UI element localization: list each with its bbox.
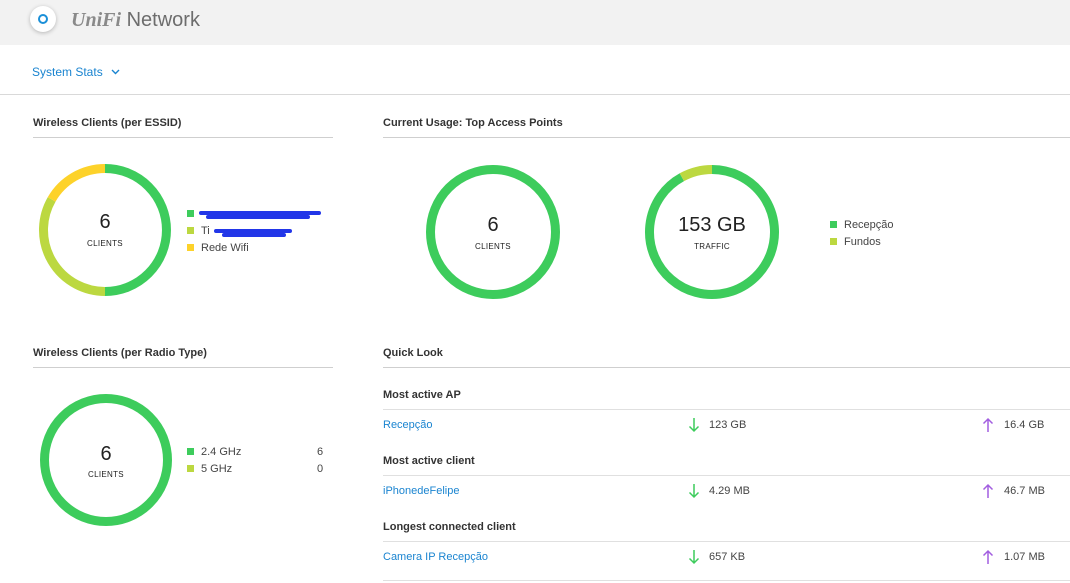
ap-clients-value: 6 (487, 214, 499, 236)
most-active-ap-title: Most active AP (383, 389, 1070, 410)
legend-swatch (187, 227, 194, 234)
ap-legend: Recepção Fundos (830, 217, 894, 251)
upload-arrow-icon (982, 548, 994, 569)
download-arrow-icon (688, 548, 700, 569)
most-active-client-link[interactable]: iPhonedeFelipe (383, 485, 459, 497)
chevron-down-icon (111, 64, 120, 78)
brand-logo-text: UniFi (71, 9, 122, 31)
essid-donut-value: 6 (99, 211, 111, 233)
essid-donut-segment (47, 164, 106, 202)
longest-connected-client-title: Longest connected client (383, 521, 1070, 542)
legend-swatch (187, 448, 194, 455)
radio-legend-count: 0 (317, 463, 324, 475)
most-active-client-title: Most active client (383, 455, 1070, 476)
download-value: 657 KB (709, 551, 746, 563)
essid-legend-label: Ti (201, 225, 210, 237)
upload-value: 46.7 MB (1004, 485, 1045, 497)
unifi-logo-icon[interactable] (30, 6, 56, 32)
radio-legend-item: 2.4 GHz 6 (187, 444, 332, 461)
ap-legend-item: Fundos (830, 234, 894, 251)
quick-look-row: Recepção 123 GB 16.4 GB (383, 416, 1070, 436)
divider (383, 580, 1070, 581)
legend-swatch (830, 238, 837, 245)
radio-legend-item: 5 GHz 0 (187, 461, 332, 478)
radio-legend-label: 5 GHz (201, 463, 233, 475)
radio-donut-value: 6 (100, 443, 112, 465)
ap-traffic-unit: TRAFFIC (694, 242, 730, 251)
radio-donut-chart: 6 CLIENTS (39, 393, 173, 527)
ap-traffic-donut-segment (679, 165, 713, 182)
ap-traffic-value: 153 GB (678, 214, 746, 236)
essid-section-title: Wireless Clients (per ESSID) (33, 117, 333, 138)
system-stats-label: System Stats (32, 65, 103, 79)
essid-legend-label: Rede Wifi (201, 242, 249, 254)
legend-swatch (187, 244, 194, 251)
upload-arrow-icon (982, 482, 994, 503)
top-ap-section-title: Current Usage: Top Access Points (383, 117, 1070, 138)
essid-donut-chart: 6 CLIENTS (38, 163, 172, 297)
download-value: 4.29 MB (709, 485, 750, 497)
upload-value: 1.07 MB (1004, 551, 1045, 563)
redaction-mark (206, 215, 310, 219)
radio-legend: 2.4 GHz 6 5 GHz 0 (187, 444, 332, 478)
longest-connected-client-link[interactable]: Camera IP Recepção (383, 551, 488, 563)
download-arrow-icon (688, 482, 700, 503)
download-value: 123 GB (709, 419, 747, 431)
essid-legend-item: Rede Wifi (187, 240, 249, 257)
legend-swatch (830, 221, 837, 228)
upload-arrow-icon (982, 416, 994, 437)
ap-legend-label: Fundos (844, 236, 881, 248)
quick-look-row: iPhonedeFelipe 4.29 MB 46.7 MB (383, 482, 1070, 502)
essid-donut-unit: CLIENTS (87, 239, 123, 248)
ap-traffic-donut-chart: 153 GB TRAFFIC (644, 164, 780, 300)
ap-legend-item: Recepção (830, 217, 894, 234)
quick-look-title: Quick Look (383, 347, 1070, 368)
upload-value: 16.4 GB (1004, 419, 1045, 431)
ap-clients-unit: CLIENTS (475, 242, 511, 251)
most-active-ap-link[interactable]: Recepção (383, 419, 433, 431)
radio-legend-label: 2.4 GHz (201, 446, 242, 458)
system-stats-dropdown[interactable]: System Stats (32, 64, 120, 79)
ap-clients-donut-chart: 6 CLIENTS (425, 164, 561, 300)
radio-donut-unit: CLIENTS (88, 470, 124, 479)
download-arrow-icon (688, 416, 700, 437)
top-bar: UniFi Network (0, 0, 1070, 45)
radio-section-title: Wireless Clients (per Radio Type) (33, 347, 333, 368)
redaction-mark (222, 233, 286, 237)
radio-legend-count: 6 (317, 446, 324, 458)
app-brand: UniFi Network (71, 9, 200, 32)
brand-name: Network (126, 9, 200, 31)
legend-swatch (187, 210, 194, 217)
sub-header: System Stats (0, 45, 1070, 95)
legend-swatch (187, 465, 194, 472)
ap-legend-label: Recepção (844, 219, 894, 231)
quick-look-row: Camera IP Recepção 657 KB 1.07 MB (383, 548, 1070, 568)
